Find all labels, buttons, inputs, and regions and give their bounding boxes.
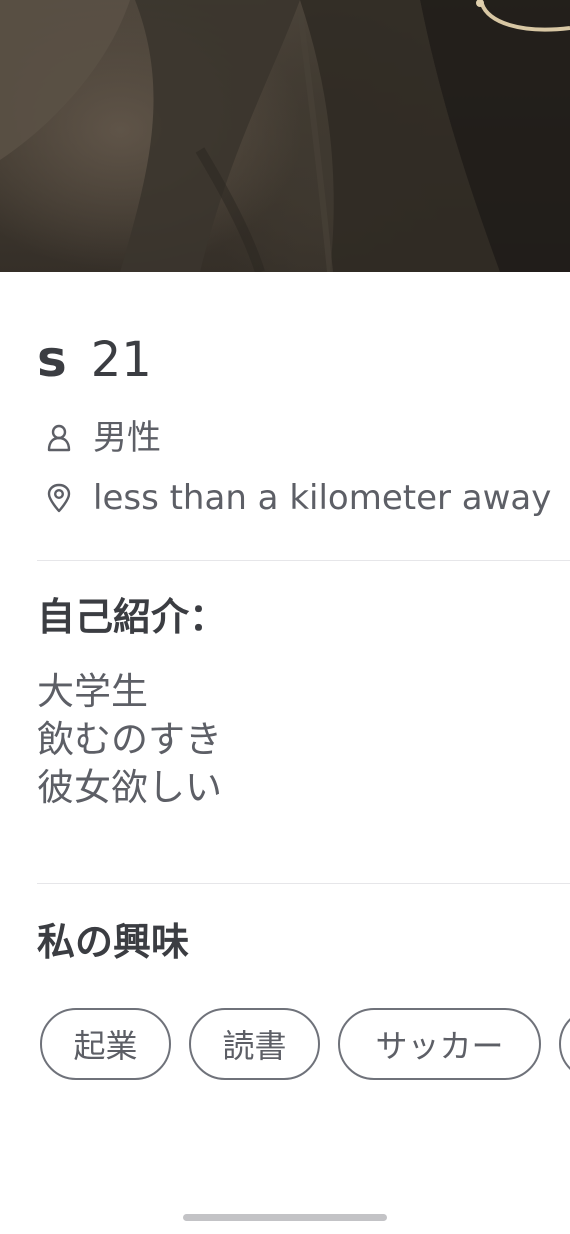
interest-chip-partial[interactable]: [559, 1008, 570, 1080]
gender-text: 男性: [93, 418, 161, 458]
divider: [37, 883, 570, 884]
home-indicator[interactable]: [183, 1214, 387, 1221]
profile-name: s: [37, 330, 67, 388]
interest-chip[interactable]: サッカー: [338, 1008, 541, 1080]
bio-title: 自己紹介：: [37, 595, 228, 639]
bio-line: 彼女欲しい: [37, 766, 222, 809]
interest-chip[interactable]: 起業: [40, 1008, 171, 1080]
location-pin-icon: [44, 483, 74, 513]
person-icon: [44, 423, 74, 453]
bio-line: 飲むのすき: [37, 718, 222, 761]
profile-age: 21: [90, 332, 152, 388]
divider: [37, 560, 570, 561]
interest-chip[interactable]: 読書: [189, 1008, 320, 1080]
name-age-row: s 21: [37, 327, 152, 391]
interests-title: 私の興味: [37, 920, 190, 964]
interest-chip-list: 起業 読書 サッカー: [40, 1008, 570, 1080]
photo-shapes: [0, 0, 570, 272]
profile-photo[interactable]: [0, 0, 570, 272]
bio-line: 大学生: [37, 670, 148, 713]
gender-row: 男性: [44, 418, 161, 458]
distance-row: less than a kilometer away: [44, 478, 551, 518]
distance-text: less than a kilometer away: [93, 478, 552, 518]
profile-screen: s 21 男性 less than a kilometer away 自己紹介：…: [0, 0, 570, 1234]
bio-text: 大学生 飲むのすき 彼女欲しい: [37, 668, 222, 812]
